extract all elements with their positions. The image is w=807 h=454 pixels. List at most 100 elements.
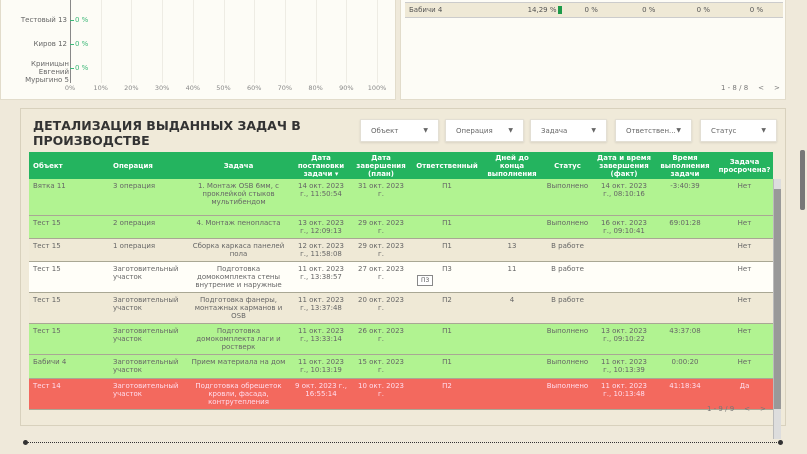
x-tick-label: 90% bbox=[339, 84, 354, 92]
table-cell: Сборка каркаса панелей пола bbox=[186, 238, 291, 262]
dropdown-icon: ▼ bbox=[676, 127, 681, 134]
x-tick-label: 40% bbox=[185, 84, 201, 92]
x-tick-label: 0% bbox=[64, 84, 76, 92]
bar-value-label: 0 % bbox=[75, 64, 89, 72]
table-cell: Нет bbox=[716, 292, 773, 324]
pagination-label: 1 - 8 / 8 bbox=[721, 84, 749, 92]
cell: 0 % bbox=[749, 6, 764, 14]
table-cell: 1. Монтаж OSB 6мм, с проклейкой стыков м… bbox=[186, 179, 291, 216]
filter-operation[interactable]: Операция ▼ bbox=[445, 119, 524, 142]
gridline bbox=[315, 0, 317, 83]
table-cell bbox=[594, 238, 654, 262]
filter-task[interactable]: Задача ▼ bbox=[530, 119, 607, 142]
table-cell: 15 окт. 2023 г. bbox=[351, 354, 411, 379]
table-cell: Тест 14 bbox=[29, 378, 109, 410]
table-cell: Выполнено bbox=[541, 179, 594, 216]
x-tick-label: 60% bbox=[246, 84, 262, 92]
table-cell: 12 окт. 2023 г., 11:58:08 bbox=[291, 238, 351, 262]
column-header[interactable]: Операция bbox=[109, 152, 186, 179]
table-row: Бабичи 4 14,29 % 0 % 0 % 0 % 0 % bbox=[405, 2, 783, 18]
table-cell: Выполнено bbox=[541, 354, 594, 379]
tasks-table: Объект Операция Задача Дата постановки зада… bbox=[29, 152, 773, 410]
table-cell: Нет bbox=[716, 323, 773, 355]
table-cell bbox=[654, 238, 716, 262]
table-cell bbox=[483, 378, 541, 410]
x-tick-label: 80% bbox=[308, 84, 323, 92]
column-header[interactable]: Задача bbox=[186, 152, 291, 179]
gridline bbox=[346, 0, 348, 83]
table-cell: 11 окт. 2023 г., 10:13:39 bbox=[594, 354, 654, 379]
next-page-button[interactable]: > bbox=[760, 405, 766, 413]
filter-object[interactable]: Объект ▼ bbox=[360, 119, 439, 142]
page-scrollbar[interactable] bbox=[800, 150, 805, 210]
filter-label: Статус bbox=[711, 126, 737, 135]
gridline bbox=[284, 0, 286, 83]
table-row[interactable]: Тест 15 Заготовительный участок Подготовка… bbox=[29, 261, 773, 293]
table-cell: Тест 15 bbox=[29, 292, 109, 324]
table-row[interactable]: Бабичи 4 Заготовительный участок Прием мат… bbox=[29, 354, 773, 379]
column-header[interactable]: Дней до конца выполнения bbox=[483, 152, 541, 179]
pagination: 1 - 9 / 9 < > bbox=[707, 405, 766, 413]
table-cell: Выполнено bbox=[541, 323, 594, 355]
table-row[interactable]: Тест 15 Заготовительный участок Подготовка… bbox=[29, 323, 773, 355]
table-cell: Подготовка обрешеток кровли, фасада, кон… bbox=[186, 378, 291, 410]
table-cell: 11 окт. 2023 г., 13:37:48 bbox=[291, 292, 351, 324]
table-cell: Нет bbox=[716, 179, 773, 216]
table-cell bbox=[483, 215, 541, 239]
table-row[interactable]: Тест 14 Заготовительный участок Подготовка… bbox=[29, 378, 773, 410]
table-cell: 11 окт. 2023 г., 13:38:57 bbox=[291, 261, 351, 293]
table-cell: П1 bbox=[411, 238, 483, 262]
column-header[interactable]: Объект bbox=[29, 152, 109, 179]
column-header[interactable]: Задача просрочена? bbox=[716, 152, 773, 179]
x-tick-label: 20% bbox=[124, 84, 139, 92]
column-header[interactable]: Дата постановки задачи ▾ bbox=[291, 152, 351, 179]
table-cell: 26 окт. 2023 г. bbox=[351, 323, 411, 355]
table-cell: Подготовка фанеры, монтажных карманов и … bbox=[186, 292, 291, 324]
bar-value-label: 0 % bbox=[75, 40, 89, 48]
table-cell: Нет bbox=[716, 261, 773, 293]
tooltip: П3 bbox=[417, 275, 434, 286]
table-cell: 69:01:28 bbox=[654, 215, 716, 239]
dropdown-icon: ▼ bbox=[423, 127, 428, 134]
filter-status[interactable]: Статус ▼ bbox=[700, 119, 777, 142]
table-cell bbox=[594, 292, 654, 324]
column-header[interactable]: Статус bbox=[541, 152, 594, 179]
table-cell: Прием материала на дом bbox=[186, 354, 291, 379]
table-cell: 13 bbox=[483, 238, 541, 262]
gridline bbox=[131, 0, 133, 83]
table-cell: 0:00:20 bbox=[654, 354, 716, 379]
top-table-panel: Бабичи 4 14,29 % 0 % 0 % 0 % 0 % 1 - 8 /… bbox=[400, 0, 786, 100]
cell: Бабичи 4 bbox=[409, 6, 443, 14]
column-header[interactable]: Дата и время завершения (факт) bbox=[594, 152, 654, 179]
table-cell: Бабичи 4 bbox=[29, 354, 109, 379]
gridline bbox=[223, 0, 225, 83]
table-cell: Тест 15 bbox=[29, 238, 109, 262]
prev-page-button[interactable]: < bbox=[758, 84, 764, 92]
column-header[interactable]: Дата завершения (план) bbox=[351, 152, 411, 179]
table-cell: 13 окт. 2023 г., 12:09:13 bbox=[291, 215, 351, 239]
table-row[interactable]: Вятка 11 3 операция 1. Монтаж OSB 6мм, с п… bbox=[29, 179, 773, 216]
filter-responsible[interactable]: Ответствен... ▼ bbox=[615, 119, 692, 142]
bar-value-label: 0 % bbox=[75, 16, 89, 24]
table-cell: 14 окт. 2023 г., 08:10:16 bbox=[594, 179, 654, 216]
prev-page-button[interactable]: < bbox=[744, 405, 750, 413]
table-row[interactable]: Тест 15 2 операция 4. Монтаж пенопласта 13 … bbox=[29, 215, 773, 239]
column-header[interactable]: Ответственный bbox=[411, 152, 483, 179]
table-cell: 20 окт. 2023 г. bbox=[351, 292, 411, 324]
table-cell: 4. Монтаж пенопласта bbox=[186, 215, 291, 239]
table-cell bbox=[654, 292, 716, 324]
table-cell: Тест 15 bbox=[29, 215, 109, 239]
y-category-label: Тестовый 13 bbox=[20, 16, 67, 24]
column-header[interactable]: Время выполнения задачи bbox=[654, 152, 716, 179]
table-cell: Тест 15 bbox=[29, 261, 109, 293]
table-cell: П1 bbox=[411, 354, 483, 379]
table-cell: 2 операция bbox=[109, 215, 186, 239]
table-row[interactable]: Тест 15 Заготовительный участок Подготовка… bbox=[29, 292, 773, 324]
table-row[interactable]: Тест 15 1 операция Сборка каркаса панелей … bbox=[29, 238, 773, 262]
pagination: 1 - 8 / 8 < > bbox=[721, 84, 780, 92]
filter-label: Объект bbox=[371, 126, 399, 135]
table-cell: 16 окт. 2023 г., 09:10:41 bbox=[594, 215, 654, 239]
next-page-button[interactable]: > bbox=[774, 84, 780, 92]
table-scrollbar[interactable] bbox=[773, 179, 781, 439]
table-cell: Нет bbox=[716, 238, 773, 262]
